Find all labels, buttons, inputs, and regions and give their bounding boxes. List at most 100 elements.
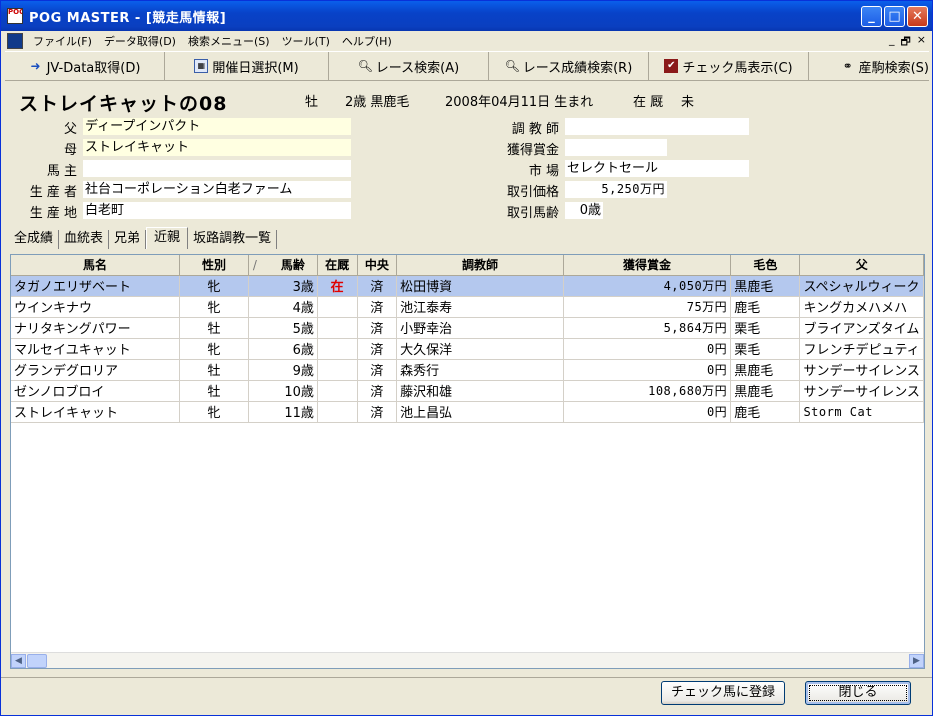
child-window-icon[interactable] [7, 32, 23, 49]
cell-coat: 鹿毛 [730, 401, 801, 423]
table-row[interactable]: マルセイユキャット 牝 6歳 済 大久保洋 0円 栗毛 フレンチデピュティ [11, 338, 924, 360]
jvdata-button-label: JV-Data取得(D) [46, 60, 141, 76]
col-header-trainer[interactable]: 調教師 [396, 255, 564, 276]
price-field[interactable]: 5,250万円 [565, 181, 667, 198]
cell-central: 済 [357, 401, 398, 423]
earnings-field[interactable] [565, 139, 667, 156]
cell-sire: ブライアンズタイム [799, 317, 924, 339]
menu-tools[interactable]: ツール(T) [276, 33, 336, 49]
scroll-right-arrow-icon[interactable]: ▶ [909, 654, 924, 668]
table-row[interactable]: タガノエリザベート 牝 3歳 在 済 松田博資 4,050万円 黒鹿毛 スペシャ… [11, 275, 924, 297]
trade-age-label: 取引馬齢 [506, 206, 559, 221]
horse-name: ストレイキャットの08 [19, 93, 228, 115]
cell-sire: サンデーサイレンス [799, 380, 924, 402]
tab-all-results[interactable]: 全成績 [9, 230, 60, 249]
tab-hill-training[interactable]: 坂路調教一覧 [188, 230, 278, 249]
jvdata-button[interactable]: ➜ JV-Data取得(D) [5, 52, 165, 80]
horse-sex: 牡 [305, 95, 319, 110]
table-row[interactable]: ナリタキングパワー 牡 5歳 済 小野幸治 5,864万円 栗毛 ブライアンズタ… [11, 317, 924, 339]
close-window-button[interactable]: ✕ [907, 6, 928, 27]
check-horse-button[interactable]: ✔ チェック馬表示(C) [649, 52, 809, 80]
maximize-button[interactable]: □ [884, 6, 905, 27]
col-header-coat[interactable]: 毛色 [730, 255, 801, 276]
sort-indicator: / [252, 258, 257, 272]
scroll-thumb[interactable] [27, 654, 47, 668]
market-label: 市 場 [528, 164, 559, 179]
col-header-sex[interactable]: 性別 [179, 255, 249, 276]
magnifier-icon: 🔍︎ [357, 59, 374, 73]
select-date-button-label: 開催日選択(M) [212, 60, 299, 76]
register-check-horse-button[interactable]: チェック馬に登録 [661, 681, 785, 705]
cell-trainer: 小野幸治 [396, 317, 564, 339]
tab-pedigree[interactable]: 血統表 [59, 230, 110, 249]
scroll-left-arrow-icon[interactable]: ◀ [11, 654, 26, 668]
relatives-grid[interactable]: 馬名 性別 / 馬齢 在厩 中央 調教師 獲得賞金 毛色 父 タガノエリザベート [10, 254, 925, 669]
col-header-in-stable[interactable]: 在厩 [317, 255, 358, 276]
cell-central: 済 [357, 380, 398, 402]
cell-name: ウインキナウ [11, 296, 181, 318]
cell-sire: サンデーサイレンス [799, 359, 924, 381]
cell-trainer: 大久保洋 [396, 338, 564, 360]
race-search-button[interactable]: 🔍︎ レース検索(A) [329, 52, 489, 80]
tab-relatives[interactable]: 近親 [146, 227, 189, 249]
col-header-sire[interactable]: 父 [799, 255, 924, 276]
market-field[interactable]: セレクトセール [565, 160, 749, 177]
app-icon[interactable]: POG [7, 8, 23, 24]
race-result-search-button[interactable]: 🔍︎ レース成績検索(R) [489, 52, 649, 80]
select-date-button[interactable]: ▦ 開催日選択(M) [165, 52, 329, 80]
col-header-central[interactable]: 中央 [357, 255, 398, 276]
sire-search-button[interactable]: ⚭ 産駒検索(S) [809, 52, 929, 80]
cell-central: 済 [357, 296, 398, 318]
trade-age-field[interactable]: 0歳 [565, 202, 603, 219]
cell-central: 済 [357, 359, 398, 381]
mdi-restore-button[interactable]: 🗗 [900, 33, 910, 52]
menu-search[interactable]: 検索メニュー(S) [182, 33, 276, 49]
tab-siblings[interactable]: 兄弟 [109, 230, 147, 249]
minimize-button[interactable]: _ [861, 6, 882, 27]
owner-field[interactable] [83, 160, 351, 177]
separator [1, 677, 932, 678]
cell-age: 4歳 [248, 296, 318, 318]
cell-central: 済 [357, 317, 398, 339]
relatives-table: 馬名 性別 / 馬齢 在厩 中央 調教師 獲得賞金 毛色 父 タガノエリザベート [11, 255, 924, 423]
title-bar[interactable]: POG POG MASTER - [競走馬情報] _ □ ✕ [1, 1, 932, 31]
cell-name: タガノエリザベート [11, 275, 181, 297]
birthplace-field[interactable]: 白老町 [83, 202, 351, 219]
menu-file[interactable]: ファイル(F) [27, 33, 98, 49]
sire-field[interactable]: ディープインパクト [83, 118, 351, 135]
trainer-label: 調 教 師 [511, 122, 559, 137]
table-row[interactable]: ストレイキャット 牝 11歳 済 池上昌弘 0円 鹿毛 Storm Cat [11, 401, 924, 423]
cell-in-stable [317, 359, 358, 381]
mdi-close-button[interactable]: × [917, 33, 926, 52]
cell-name: ゼンノロブロイ [11, 380, 181, 402]
col-header-earnings[interactable]: 獲得賞金 [563, 255, 732, 276]
cell-coat: 黒鹿毛 [730, 359, 801, 381]
cell-sire: キングカメハメハ [799, 296, 924, 318]
breeder-label: 生 産 者 [29, 185, 77, 200]
menu-help[interactable]: ヘルプ(H) [336, 33, 398, 49]
col-header-age[interactable]: / 馬齢 [248, 255, 318, 276]
col-header-age-label: 馬齢 [280, 258, 305, 273]
cell-trainer: 池江泰寿 [396, 296, 564, 318]
horizontal-scrollbar[interactable]: ◀ ▶ [11, 652, 924, 668]
dam-field[interactable]: ストレイキャット [83, 139, 351, 156]
race-result-search-button-label: レース成績検索(R) [522, 60, 633, 76]
cell-earnings: 5,864万円 [563, 317, 732, 339]
cell-trainer: 藤沢和雄 [396, 380, 564, 402]
mdi-minimize-button[interactable]: _ [889, 33, 895, 52]
close-button[interactable]: 閉じる [805, 681, 911, 705]
trainer-field[interactable] [565, 118, 749, 135]
table-header: 馬名 性別 / 馬齢 在厩 中央 調教師 獲得賞金 毛色 父 [11, 255, 924, 276]
menu-data[interactable]: データ取得(D) [98, 33, 182, 49]
table-row[interactable]: ゼンノロブロイ 牡 10歳 済 藤沢和雄 108,680万円 黒鹿毛 サンデーサ… [11, 380, 924, 402]
earnings-label: 獲得賞金 [506, 143, 559, 158]
race-search-button-label: レース検索(A) [375, 60, 460, 76]
table-row[interactable]: グランデグロリア 牡 9歳 済 森秀行 0円 黒鹿毛 サンデーサイレンス [11, 359, 924, 381]
table-row[interactable]: ウインキナウ 牝 4歳 済 池江泰寿 75万円 鹿毛 キングカメハメハ [11, 296, 924, 318]
cell-name: ナリタキングパワー [11, 317, 181, 339]
col-header-name[interactable]: 馬名 [11, 255, 181, 276]
birthplace-label: 生 産 地 [29, 206, 77, 221]
breeder-field[interactable]: 社台コーポレーション白老ファーム [83, 181, 351, 198]
cell-central: 済 [357, 275, 398, 297]
cell-sex: 牡 [179, 359, 249, 381]
